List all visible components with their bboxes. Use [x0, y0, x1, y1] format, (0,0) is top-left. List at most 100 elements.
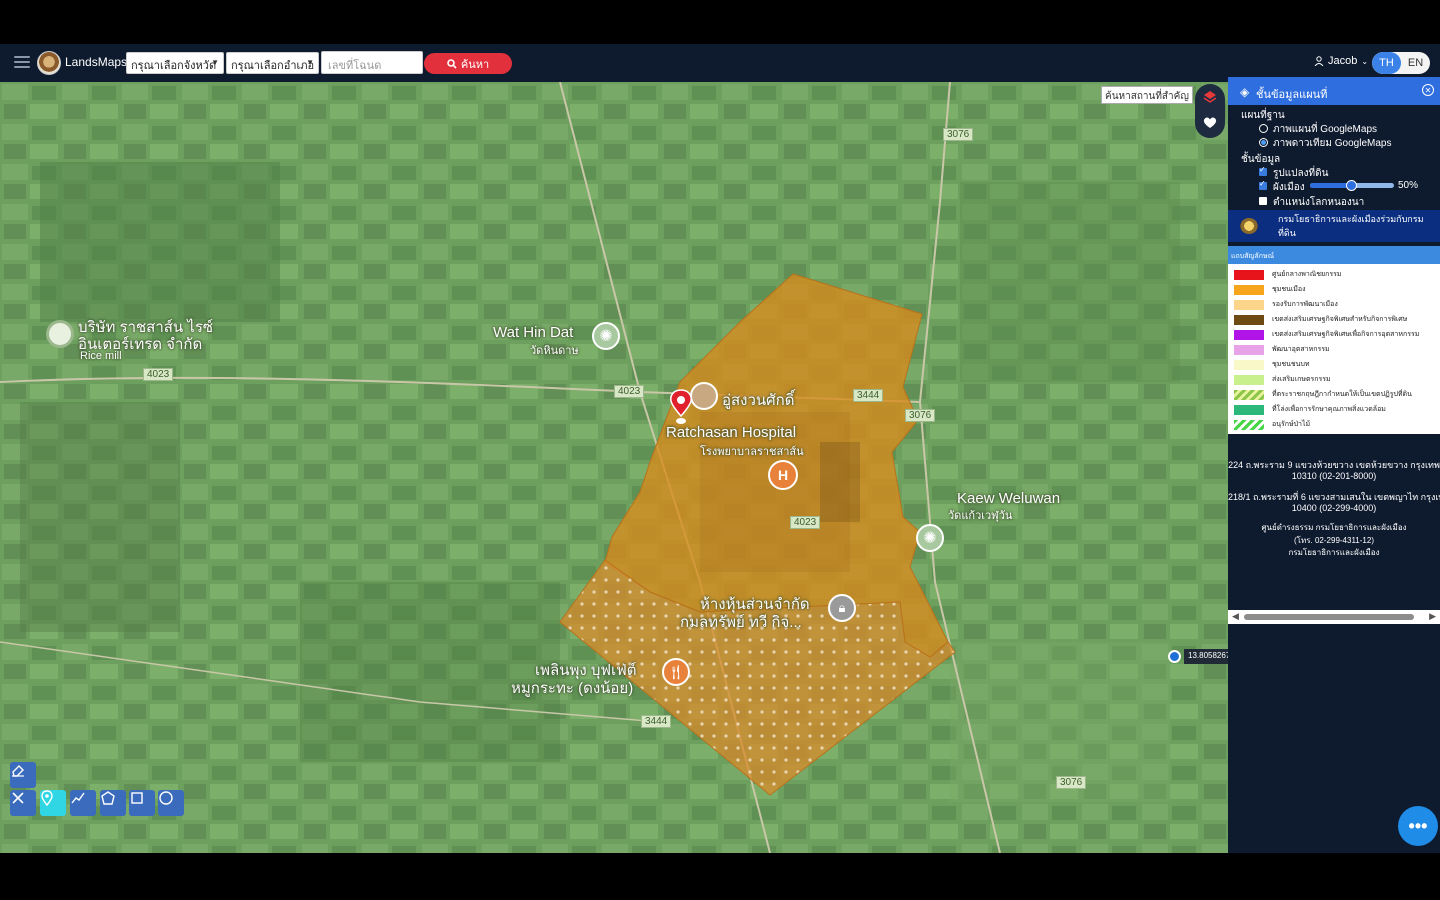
legend-item: รองรับการพัฒนาเมือง: [1234, 299, 1338, 310]
basemap-satellite-label: ภาพดาวเทียม GoogleMaps: [1273, 138, 1392, 149]
user-name: Jacob: [1328, 55, 1358, 67]
address2-line2: 10400 (02-299-4000): [1291, 503, 1377, 513]
polyline-icon: [71, 792, 85, 804]
legend-label: ชุมชนเมือง: [1272, 286, 1306, 293]
lang-en-button[interactable]: EN: [1401, 52, 1430, 74]
layer-cityplan-label: ผังเมือง: [1273, 182, 1305, 193]
basemap-satellite-radio[interactable]: [1259, 138, 1268, 147]
top-navbar: LandsMaps กรุณาเลือกจังหวัด ▼ กรุณาเลือก…: [0, 44, 1440, 82]
ellipsis-icon: •••: [1408, 815, 1428, 836]
circle-tool-button[interactable]: [158, 790, 184, 816]
marker-tool-button[interactable]: [40, 790, 66, 816]
ruler-icon: [12, 792, 24, 804]
address3-line1: ศูนย์ดำรงธรรม กรมโยธาธิการและผังเมือง: [1261, 523, 1407, 532]
measure-tool-button[interactable]: [10, 790, 36, 816]
rectangle-icon: [131, 792, 143, 804]
scroll-left-icon[interactable]: ◀: [1232, 611, 1239, 622]
legend-item: ที่ตระราชกฤษฎีกากำหนดให้เป็นเขตปฏิรูปที่…: [1234, 389, 1412, 400]
slider-handle[interactable]: [1346, 180, 1357, 191]
place-label-wat-hin-dat: Wat Hin Dat: [493, 324, 574, 341]
road-number: 3444: [853, 389, 884, 402]
search-button[interactable]: ค้นหา: [424, 53, 512, 74]
scroll-right-icon[interactable]: ▶: [1429, 611, 1436, 622]
rectangle-tool-button[interactable]: [129, 790, 155, 816]
layer-panel-title: ชั้นข้อมูลแผนที่: [1256, 89, 1328, 101]
search-button-label: ค้นหา: [460, 58, 490, 71]
deed-number-input[interactable]: เลขที่โฉนด: [321, 51, 423, 74]
hospital-icon[interactable]: H: [768, 460, 798, 490]
road-number: 3076: [1056, 776, 1087, 789]
brand-name: LandsMaps: [65, 55, 128, 69]
road-number: 4023: [143, 368, 174, 381]
temple-icon[interactable]: ✺: [916, 524, 944, 552]
polygon-icon: [101, 791, 115, 805]
eraser-tool-button[interactable]: [10, 762, 36, 788]
menu-icon[interactable]: [14, 56, 30, 68]
district-select-value: กรุณาเลือกอำเภอ: [231, 60, 315, 72]
legend-swatch: [1234, 299, 1264, 310]
legend-label: ศูนย์กลางพาณิชยกรรม: [1272, 271, 1342, 278]
map-canvas[interactable]: บริษัท ราชสาส์น ไรซ์ อินเตอร์เทรด จำกัด …: [0, 82, 1228, 853]
panel-horizontal-scrollbar[interactable]: ◀ ▶: [1228, 610, 1440, 624]
layer-parcel-checkbox[interactable]: [1259, 165, 1267, 176]
legend-label: เขตส่งเสริมเศรษฐกิจพิเศษสำหรับกิจการพิเศ…: [1272, 316, 1408, 323]
department-name: กรมโยธาธิการและผังเมืองร่วมกับกรมที่ดิน: [1278, 214, 1424, 238]
place-search-input[interactable]: ค้นหาสถานที่สำคัญ: [1101, 86, 1193, 104]
legend-item: อนุรักษ์ป่าไม้: [1234, 419, 1310, 430]
legend-item: ชุมชนชนบท: [1234, 359, 1310, 370]
address3-line3: กรมโยธาธิการและผังเมือง: [1288, 548, 1380, 557]
restaurant-icon[interactable]: 🍴︎: [662, 658, 690, 686]
legend-box: แถบสัญลักษณ์ ศูนย์กลางพาณิชยกรรมชุมชนเมื…: [1228, 246, 1440, 434]
polygon-tool-button[interactable]: [100, 790, 126, 816]
rice-mill-pin-icon[interactable]: [46, 320, 74, 348]
province-select-value: กรุณาเลือกจังหวัด: [131, 60, 217, 72]
place-label-rice-mill-en: Rice mill: [80, 350, 122, 362]
favorite-button[interactable]: [1200, 112, 1220, 132]
search-icon: [447, 58, 457, 69]
legend-title: แถบสัญลักษณ์: [1228, 246, 1440, 264]
map-control-stack: [1195, 84, 1225, 138]
legend-label: ชุมชนชนบท: [1272, 361, 1310, 368]
place-label-buffet-2: หมูกระทะ (ดงน้อย): [511, 680, 634, 697]
cityplan-opacity-value: 50%: [1398, 180, 1419, 191]
layer-cityplan-checkbox[interactable]: [1259, 179, 1267, 190]
district-select[interactable]: กรุณาเลือกอำเภอ ▼: [226, 52, 319, 74]
location-marker-icon[interactable]: [668, 388, 694, 426]
cityplan-opacity-slider[interactable]: [1310, 180, 1394, 191]
road-number: 3444: [641, 715, 672, 728]
lang-th-button[interactable]: TH: [1372, 52, 1401, 74]
user-menu[interactable]: Jacob ⌄: [1314, 55, 1368, 67]
basemap-google-radio[interactable]: [1259, 124, 1268, 133]
legend-item: ที่โล่งเพื่อการรักษาคุณภาพสิ่งแวดล้อม: [1234, 404, 1386, 415]
polyline-tool-button[interactable]: [70, 790, 96, 816]
more-options-button[interactable]: •••: [1398, 806, 1438, 846]
language-toggle: TH EN: [1372, 52, 1430, 74]
coordinate-marker-icon: [1168, 650, 1181, 663]
garage-pin-icon[interactable]: [690, 382, 718, 410]
legend-item: เขตส่งเสริมเศรษฐกิจพิเศษเพื่อกิจการอุตสา…: [1234, 329, 1419, 340]
scrollbar-thumb[interactable]: [1244, 614, 1414, 620]
legend-swatch: [1234, 314, 1264, 325]
place-label-kaew-th: วัดแก้วเวฬุวัน: [948, 510, 1013, 522]
user-icon: [1314, 56, 1324, 66]
layers-button[interactable]: [1200, 87, 1220, 107]
temple-icon[interactable]: ✺: [592, 322, 620, 350]
province-select[interactable]: กรุณาเลือกจังหวัด ▼: [126, 52, 224, 74]
shop-lock-icon[interactable]: 🔒︎: [828, 594, 856, 622]
legend-swatch: [1234, 344, 1264, 355]
layers-icon: ◈: [1240, 85, 1250, 99]
layer-landoffice-checkbox[interactable]: [1259, 197, 1267, 205]
legend-swatch: [1234, 359, 1264, 370]
legend-item: เขตส่งเสริมเศรษฐกิจพิเศษสำหรับกิจการพิเศ…: [1234, 314, 1407, 325]
legend-item: พัฒนาอุตสาหกรรม: [1234, 344, 1330, 355]
layers-icon: [1203, 91, 1217, 103]
legend-item: ส่งเสริมเกษตรกรรม: [1234, 374, 1331, 385]
close-icon[interactable]: ✕: [1422, 84, 1434, 96]
legend-swatch: [1234, 269, 1264, 280]
chevron-down-icon: ⌄: [1361, 56, 1369, 66]
place-label-ubon: อู่สงวนศักดิ์: [722, 392, 795, 409]
map-pin-icon: [41, 790, 53, 806]
address1-line1: 224 ถ.พระราม 9 แขวงห้วยขวาง เขตห้วยขวาง …: [1228, 460, 1440, 470]
eraser-icon: [12, 765, 24, 777]
legend-label: รองรับการพัฒนาเมือง: [1272, 301, 1338, 308]
